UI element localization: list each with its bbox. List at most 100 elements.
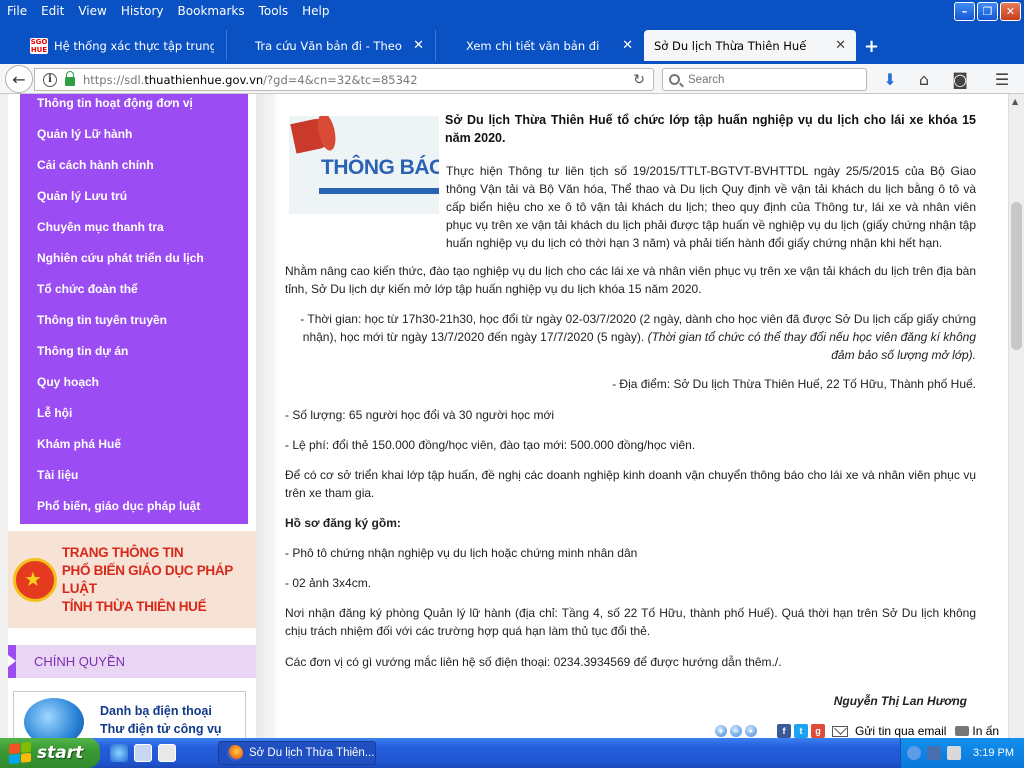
doc-item: - Phô tô chứng nhận nghiệp vụ du lịch ho…	[285, 546, 638, 560]
email-icon[interactable]	[832, 725, 848, 737]
back-button[interactable]: ←	[5, 65, 33, 93]
legal-education-banner[interactable]: ★ TRANG THÔNG TIN PHỔ BIẾN GIÁO DỤC PHÁP…	[8, 531, 256, 628]
tab-title: Tra cứu Văn bản đi - Theo ng...	[255, 38, 405, 53]
phone-directory-link[interactable]: Danh bạ điện thoại	[100, 702, 222, 720]
reset-size-icon[interactable]: •	[745, 725, 757, 737]
official-email-link[interactable]: Thư điện tử công vụ	[100, 720, 222, 738]
menu-view[interactable]: View	[71, 0, 113, 22]
web-page: Thông tin hoạt động đơn vị Quản lý Lữ hà…	[0, 94, 1008, 740]
menu-edit[interactable]: Edit	[34, 0, 71, 22]
sidebar-menu: Thông tin hoạt động đơn vị Quản lý Lữ hà…	[20, 94, 248, 524]
tab-tourism-department[interactable]: Sở Du lịch Thừa Thiên Huế ✕	[644, 30, 856, 61]
government-section-header: CHÍNH QUYỀN	[8, 645, 256, 678]
email-link[interactable]: Gửi tin qua email	[855, 724, 946, 738]
search-input[interactable]	[688, 73, 848, 86]
twitter-icon[interactable]: t	[794, 724, 808, 738]
window-controls: – ❐ ✕	[954, 2, 1021, 21]
tray-back-icon[interactable]	[907, 746, 921, 760]
announcement-thumbnail: THÔNG BÁO	[289, 116, 439, 214]
article-contact: Các đơn vị có gì vướng mắc liên hệ số đi…	[285, 655, 782, 669]
reload-icon[interactable]: ↻	[633, 72, 645, 88]
sidebar-item-operations[interactable]: Thông tin hoạt động đơn vị	[37, 96, 193, 110]
zoom-in-icon[interactable]: +	[715, 725, 727, 737]
restore-icon[interactable]: ❐	[977, 2, 998, 21]
directory-link-box[interactable]: Danh bạ điện thoại Thư điện tử công vụ	[13, 691, 246, 740]
window-switch-icon[interactable]	[158, 744, 176, 762]
section-title: CHÍNH QUYỀN	[34, 654, 126, 669]
new-tab-button[interactable]: +	[864, 36, 879, 57]
intro-text: Thực hiện Thông tư liên tịch số 19/2015/…	[446, 164, 976, 250]
tab-outgoing-docs-search[interactable]: Tra cứu Văn bản đi - Theo ng... ✕	[226, 30, 434, 61]
zoom-out-icon[interactable]: −	[730, 725, 742, 737]
banner-text: TRANG THÔNG TIN PHỔ BIẾN GIÁO DỤC PHÁP L…	[62, 544, 256, 616]
menu-file[interactable]: File	[0, 0, 34, 22]
menu-bookmarks[interactable]: Bookmarks	[171, 0, 252, 22]
download-icon[interactable]: ⬇	[880, 70, 900, 89]
article-time: - Thời gian: học từ 17h30-21h30, học đổi…	[285, 310, 976, 364]
directory-text: Danh bạ điện thoại Thư điện tử công vụ	[100, 702, 222, 738]
arrow-left-icon: ←	[12, 69, 26, 89]
print-icon[interactable]	[955, 726, 970, 736]
article-paragraph: Nhằm nâng cao kiến thức, đào tạo nghiệp …	[285, 264, 976, 296]
banner-line: PHỔ BIẾN GIÁO DỤC PHÁP LUẬT	[61, 562, 233, 596]
tab-close-icon[interactable]: ✕	[835, 38, 846, 53]
close-window-icon[interactable]: ✕	[1000, 2, 1021, 21]
tab-auth-system[interactable]: SGO HUE Hệ thống xác thực tập trung ...	[20, 30, 225, 61]
article-intro: Thực hiện Thông tư liên tịch số 19/2015/…	[446, 162, 976, 252]
minimize-icon[interactable]: –	[954, 2, 975, 21]
sidebar-item-research[interactable]: Nghiên cứu phát triển du lịch	[37, 251, 204, 265]
menu-history[interactable]: History	[114, 0, 171, 22]
time-note: (Thời gian tổ chức có thể thay đổi nếu h…	[647, 330, 976, 362]
print-link[interactable]: In ấn	[972, 724, 999, 738]
sidebar-item-unions[interactable]: Tổ chức đoàn thể	[37, 282, 138, 296]
sidebar-item-legal-education[interactable]: Phổ biến, giáo dục pháp luật	[37, 499, 200, 513]
url-text[interactable]: https://sdl.thuathienhue.gov.vn/?gd=4&cn…	[83, 73, 418, 87]
taskbar-firefox-button[interactable]: Sở Du lịch Thừa Thiên...	[218, 741, 376, 765]
sidebar-item-projects[interactable]: Thông tin dự án	[37, 344, 128, 358]
scroll-up-icon[interactable]: ▲	[1012, 97, 1018, 106]
search-box[interactable]	[662, 68, 867, 91]
volume-icon[interactable]	[947, 746, 961, 760]
tab-title: Sở Du lịch Thừa Thiên Huế	[654, 38, 807, 53]
firefox-icon	[227, 745, 243, 761]
sidebar-item-accommodation[interactable]: Quản lý Lưu trú	[37, 189, 127, 203]
sidebar-item-planning[interactable]: Quy hoạch	[37, 375, 99, 389]
doc-item: - 02 ảnh 3x4cm.	[285, 576, 372, 590]
column-divider	[256, 94, 276, 740]
google-plus-icon[interactable]: g	[811, 724, 825, 738]
home-icon[interactable]: ⌂	[914, 70, 934, 89]
url-bar[interactable]: i https://sdl.thuathienhue.gov.vn/?gd=4&…	[34, 68, 654, 91]
article-author: Nguyễn Thị Lan Hương	[833, 694, 967, 708]
lock-icon	[65, 71, 75, 86]
banner-line: TỈNH THỪA THIÊN HUẾ	[61, 598, 207, 614]
start-button[interactable]: start	[0, 738, 100, 768]
network-icon[interactable]	[927, 746, 941, 760]
tab-bar: SGO HUE Hệ thống xác thực tập trung ... …	[0, 22, 1024, 64]
sidebar-item-travel-management[interactable]: Quản lý Lữ hành	[37, 127, 132, 141]
hamburger-menu-icon[interactable]: ☰	[992, 70, 1012, 89]
sidebar-item-inspection[interactable]: Chuyên mục thanh tra	[37, 220, 164, 234]
tab-outgoing-doc-detail[interactable]: Xem chi tiết văn bản đi ✕	[435, 30, 643, 61]
menu-help[interactable]: Help	[295, 0, 336, 22]
show-desktop-icon[interactable]	[134, 744, 152, 762]
sidebar-item-documents[interactable]: Tài liệu	[37, 468, 78, 482]
sidebar-item-admin-reform[interactable]: Cải cách hành chính	[37, 158, 154, 172]
menu-bar: File Edit View History Bookmarks Tools H…	[0, 0, 1024, 22]
tab-close-icon[interactable]: ✕	[413, 38, 424, 53]
tab-close-icon[interactable]: ✕	[622, 38, 633, 53]
sidebar-item-propaganda[interactable]: Thông tin tuyên truyền	[37, 313, 167, 327]
navigation-bar: ← i https://sdl.thuathienhue.gov.vn/?gd=…	[0, 64, 1024, 94]
facebook-icon[interactable]: f	[777, 724, 791, 738]
sidebar-item-explore-hue[interactable]: Khám phá Huế	[37, 437, 121, 451]
scrollbar-thumb[interactable]	[1011, 202, 1022, 350]
sgo-favicon-icon: SGO HUE	[30, 37, 48, 54]
pocket-icon[interactable]: ◙	[950, 70, 970, 89]
start-label: start	[37, 743, 84, 763]
menu-tools[interactable]: Tools	[252, 0, 296, 22]
tab-title: Xem chi tiết văn bản đi	[466, 38, 600, 53]
vertical-scrollbar[interactable]: ▲	[1008, 94, 1024, 740]
sidebar-item-festivals[interactable]: Lễ hội	[37, 406, 72, 420]
banner-line: TRANG THÔNG TIN	[61, 544, 184, 560]
info-icon[interactable]: i	[43, 72, 57, 87]
ie-icon[interactable]	[110, 744, 128, 762]
